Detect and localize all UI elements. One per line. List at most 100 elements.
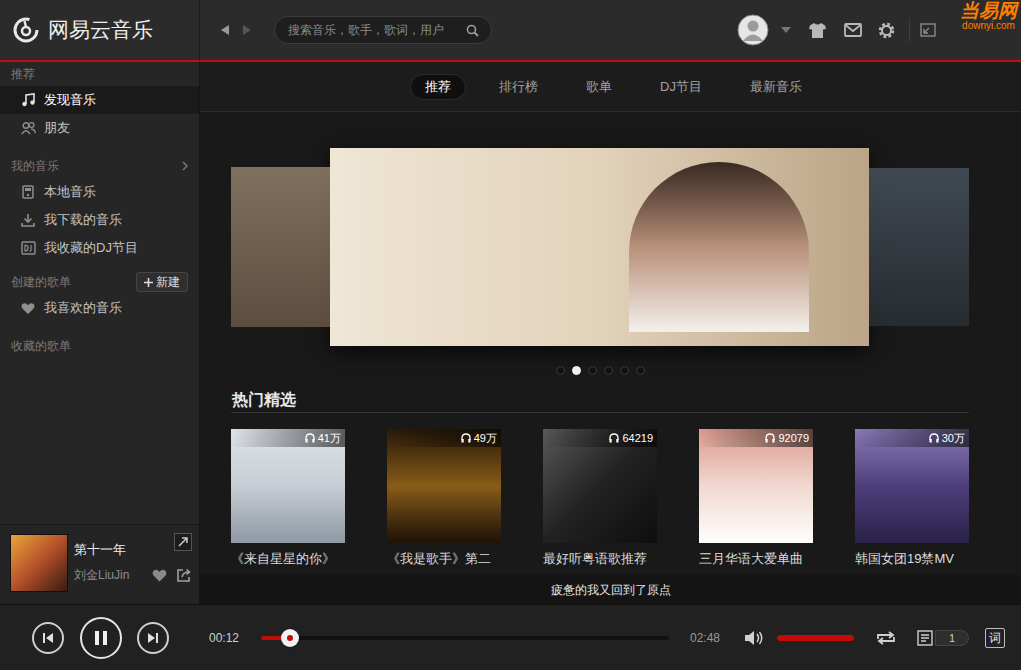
item-label: 朋友 xyxy=(44,118,70,138)
play-count-badge: 30万 xyxy=(855,429,969,447)
play-count: 30万 xyxy=(942,430,965,447)
volume-icon[interactable] xyxy=(744,630,764,646)
chevron-right-icon[interactable] xyxy=(182,161,188,171)
playlist-card[interactable]: 64219 最好听粤语歌推荐 xyxy=(543,429,657,567)
forward-arrow-icon[interactable] xyxy=(242,24,252,36)
local-disk-icon xyxy=(22,185,34,199)
headphones-icon xyxy=(765,433,775,443)
sidebar-item[interactable]: 我喜欢的音乐 xyxy=(0,294,199,322)
tab[interactable]: 排行榜 xyxy=(484,74,553,100)
tab[interactable]: DJ节目 xyxy=(645,74,717,100)
carousel-dot[interactable] xyxy=(572,366,581,375)
playlist-button[interactable]: 1 xyxy=(917,630,969,646)
search-box[interactable] xyxy=(274,16,492,44)
expand-icon[interactable] xyxy=(174,533,192,551)
skin-shirt-icon[interactable] xyxy=(809,23,826,38)
banner-left[interactable] xyxy=(231,167,330,327)
playlist-card[interactable]: 41万《来自星星的你》 xyxy=(231,429,345,567)
playlist-title[interactable]: 三月华语大爱单曲 xyxy=(699,551,813,567)
item-label: 我下载的音乐 xyxy=(44,210,122,230)
sidebar-item[interactable]: 我收藏的DJ节目 xyxy=(0,234,199,262)
download-icon xyxy=(21,213,35,227)
playlist-cover[interactable]: 41万 xyxy=(231,429,345,543)
dj-radio-icon xyxy=(21,241,36,255)
playlist-title[interactable]: 最好听粤语歌推荐 xyxy=(543,551,657,567)
playlist-cover[interactable]: 49万 xyxy=(387,429,501,543)
progress-knob[interactable] xyxy=(281,629,299,647)
playlist-title[interactable]: 韩国女团19禁MV xyxy=(855,551,969,567)
tab-label: 排行榜 xyxy=(499,77,538,97)
sidebar-section: 推荐 xyxy=(0,62,199,86)
playlist-cover[interactable]: 64219 xyxy=(543,429,657,543)
sidebar-item[interactable]: 朋友 xyxy=(0,114,199,142)
play-pause-button[interactable] xyxy=(80,617,122,659)
item-label: 我喜欢的音乐 xyxy=(44,298,122,318)
like-heart-icon[interactable] xyxy=(152,569,167,582)
headphones-icon xyxy=(929,433,939,443)
banner-main[interactable] xyxy=(330,148,869,346)
pause-icon xyxy=(94,630,108,646)
playlist-card[interactable]: 30万韩国女团19禁MV xyxy=(855,429,969,567)
play-count-badge: 92079 xyxy=(699,429,813,447)
search-input[interactable] xyxy=(288,21,466,39)
sidebar-section: 创建的歌单新建 xyxy=(0,270,199,294)
headphones-icon xyxy=(609,433,619,443)
carousel-dot[interactable] xyxy=(636,366,645,375)
mini-mode-icon[interactable] xyxy=(920,23,936,37)
playlist-cards: 41万《来自星星的你》 49万《我是歌手》第二 64219 最好听粤语歌推荐 92079… xyxy=(231,429,969,567)
new-playlist-button[interactable]: 新建 xyxy=(136,272,188,292)
play-count-badge: 41万 xyxy=(231,429,345,447)
playlist-cover[interactable]: 92079 xyxy=(699,429,813,543)
elapsed-time: 00:12 xyxy=(209,629,247,647)
back-arrow-icon[interactable] xyxy=(220,24,230,36)
app-title: 网易云音乐 xyxy=(48,14,153,46)
watermark-url: downyi.com xyxy=(962,21,1015,31)
logo[interactable]: 网易云音乐 xyxy=(0,0,200,60)
playlist-icon xyxy=(917,630,933,646)
playlist-title[interactable]: 《来自星星的你》 xyxy=(231,551,345,567)
carousel-dot[interactable] xyxy=(620,366,629,375)
search-icon[interactable] xyxy=(466,24,479,37)
playlist-title[interactable]: 《我是歌手》第二 xyxy=(387,551,501,567)
progress-track[interactable] xyxy=(261,636,669,640)
carousel-dot[interactable] xyxy=(556,366,565,375)
play-count-badge: 64219 xyxy=(543,429,657,447)
previous-button[interactable] xyxy=(32,622,64,654)
repeat-icon[interactable] xyxy=(875,630,897,646)
carousel-dots xyxy=(231,366,969,375)
song-title[interactable]: 第十一年 xyxy=(74,542,152,558)
mini-player: 第十一年 刘金LiuJin xyxy=(0,524,199,604)
sidebar-nav: 推荐发现音乐朋友我的音乐本地音乐我下载的音乐我收藏的DJ节目创建的歌单新建我喜欢… xyxy=(0,62,199,524)
section-title: 热门精选 xyxy=(232,388,296,412)
volume-track[interactable] xyxy=(777,635,854,641)
sidebar-item[interactable]: 我下载的音乐 xyxy=(0,206,199,234)
section-title: 收藏的歌单 xyxy=(11,337,71,355)
playlist-card[interactable]: 49万《我是歌手》第二 xyxy=(387,429,501,567)
banner-right[interactable] xyxy=(869,168,969,326)
next-icon xyxy=(147,632,159,644)
mail-icon[interactable] xyxy=(844,23,862,37)
share-icon[interactable] xyxy=(177,568,192,582)
carousel-dot[interactable] xyxy=(604,366,613,375)
lyric-button[interactable]: 词 xyxy=(985,628,1005,648)
tab[interactable]: 最新音乐 xyxy=(735,74,817,100)
lyric-bar: 疲惫的我又回到了原点 xyxy=(200,575,1021,604)
playlist-cover[interactable]: 30万 xyxy=(855,429,969,543)
tab[interactable]: 歌单 xyxy=(571,74,627,100)
avatar-icon[interactable] xyxy=(737,14,769,46)
sidebar-item[interactable]: 本地音乐 xyxy=(0,178,199,206)
banner-carousel[interactable] xyxy=(231,148,969,346)
headphones-icon xyxy=(461,433,471,443)
song-artist[interactable]: 刘金LiuJin xyxy=(74,567,152,583)
play-count: 49万 xyxy=(474,430,497,447)
next-button[interactable] xyxy=(137,622,169,654)
settings-gear-icon[interactable] xyxy=(878,22,895,39)
playlist-card[interactable]: 92079 三月华语大爱单曲 xyxy=(699,429,813,567)
album-cover[interactable] xyxy=(10,534,68,592)
item-label: 发现音乐 xyxy=(44,90,96,110)
tab[interactable]: 推荐 xyxy=(410,74,466,100)
dropdown-caret-icon[interactable] xyxy=(781,27,791,33)
sidebar-item[interactable]: 发现音乐 xyxy=(0,86,199,114)
lyric-line: 疲惫的我又回到了原点 xyxy=(551,581,671,599)
carousel-dot[interactable] xyxy=(588,366,597,375)
